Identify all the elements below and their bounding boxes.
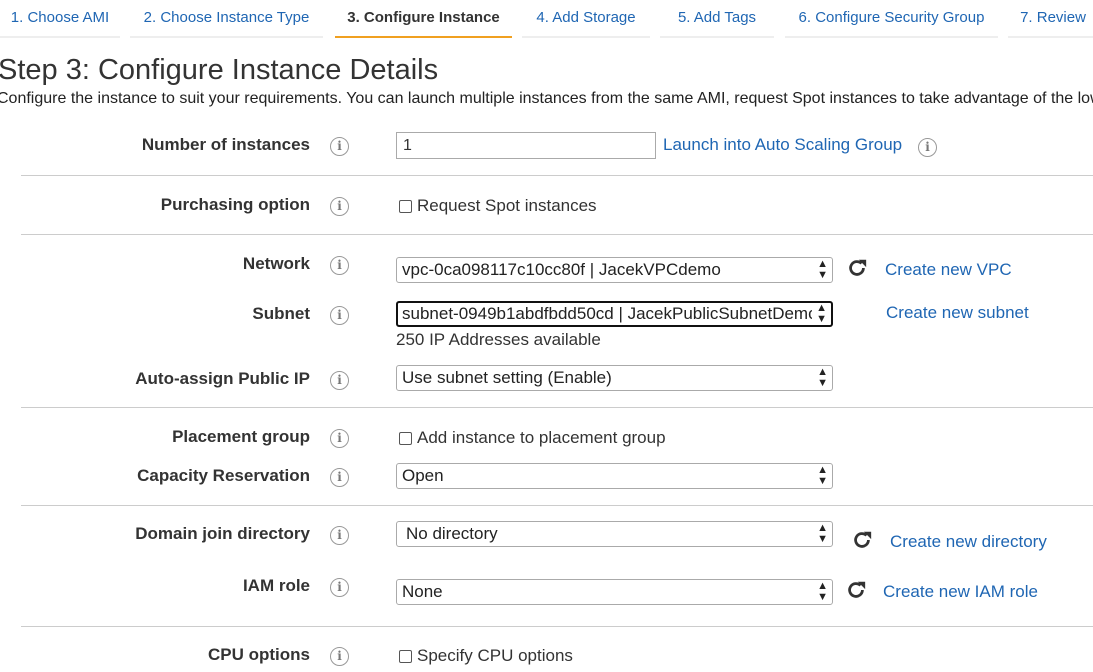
info-icon[interactable]: i: [330, 256, 349, 275]
subnet-select-value: subnet-0949b1abdfbdd50cd | JacekPublicSu…: [402, 304, 812, 323]
cpu-label: CPU options: [208, 645, 310, 664]
page-subtitle: Configure the instance to suit your requ…: [0, 90, 1093, 107]
capacity-select-value: Open: [402, 466, 444, 485]
wizard-tabs: 1. Choose AMI 2. Choose Instance Type 3.…: [0, 0, 1093, 38]
instances-input[interactable]: [396, 132, 656, 159]
info-icon[interactable]: i: [330, 578, 349, 597]
placement-checkbox[interactable]: [399, 431, 412, 445]
divider: [21, 626, 1093, 627]
info-icon[interactable]: i: [330, 429, 349, 448]
tab-choose-ami[interactable]: 1. Choose AMI: [0, 0, 120, 38]
domain-select[interactable]: No directory ▲ ▼: [396, 521, 833, 547]
tab-add-tags[interactable]: 5. Add Tags: [660, 0, 774, 38]
ip-available-note: 250 IP Addresses available: [396, 330, 601, 349]
create-directory-link[interactable]: Create new directory: [890, 532, 1047, 552]
placement-label: Placement group: [172, 427, 310, 446]
capacity-label: Capacity Reservation: [137, 466, 310, 485]
launch-auto-scaling-link[interactable]: Launch into Auto Scaling Group: [663, 135, 902, 155]
select-arrows-icon: ▲ ▼: [817, 366, 828, 389]
public-ip-select[interactable]: Use subnet setting (Enable) ▲ ▼: [396, 365, 833, 391]
spot-checkbox-label: Request Spot instances: [417, 196, 597, 215]
select-arrows-icon: ▲ ▼: [816, 302, 827, 325]
cpu-checkbox-label: Specify CPU options: [417, 646, 573, 665]
page-title: Step 3: Configure Instance Details: [0, 54, 439, 86]
info-icon[interactable]: i: [330, 197, 349, 216]
divider: [21, 175, 1093, 176]
select-arrows-icon: ▲ ▼: [817, 522, 828, 545]
info-icon[interactable]: i: [918, 138, 937, 157]
divider: [21, 234, 1093, 235]
public-ip-label: Auto-assign Public IP: [135, 369, 310, 388]
cpu-checkbox[interactable]: [399, 649, 412, 663]
iam-label: IAM role: [242, 576, 310, 595]
iam-select[interactable]: None ▲ ▼: [396, 579, 833, 605]
info-icon[interactable]: i: [330, 306, 349, 325]
tab-review[interactable]: 7. Review: [1008, 0, 1093, 38]
divider: [21, 407, 1093, 408]
network-select[interactable]: vpc-0ca098117c10cc80f | JacekVPCdemo ▲ ▼: [396, 257, 833, 283]
info-icon[interactable]: i: [330, 371, 349, 390]
cpu-checkbox-row[interactable]: Specify CPU options: [399, 646, 573, 666]
info-icon[interactable]: i: [330, 647, 349, 666]
network-label: Network: [242, 254, 310, 273]
domain-label: Domain join directory: [135, 524, 310, 543]
spot-checkbox-row[interactable]: Request Spot instances: [399, 196, 597, 216]
tab-choose-instance-type[interactable]: 2. Choose Instance Type: [130, 0, 323, 38]
spot-checkbox[interactable]: [399, 199, 412, 213]
tab-configure-security-group[interactable]: 6. Configure Security Group: [785, 0, 998, 38]
refresh-icon[interactable]: [851, 529, 873, 551]
info-icon[interactable]: i: [330, 526, 349, 545]
capacity-select[interactable]: Open ▲ ▼: [396, 463, 833, 489]
divider: [21, 505, 1093, 506]
tab-configure-instance[interactable]: 3. Configure Instance: [335, 0, 512, 38]
iam-select-value: None: [402, 582, 443, 601]
public-ip-select-value: Use subnet setting (Enable): [402, 368, 612, 387]
subnet-label: Subnet: [252, 304, 310, 323]
placement-checkbox-row[interactable]: Add instance to placement group: [399, 428, 666, 448]
create-subnet-link[interactable]: Create new subnet: [886, 303, 1029, 323]
info-icon[interactable]: i: [330, 468, 349, 487]
purchasing-label: Purchasing option: [160, 195, 310, 214]
placement-checkbox-label: Add instance to placement group: [417, 428, 666, 447]
refresh-icon[interactable]: [846, 257, 868, 279]
refresh-icon[interactable]: [845, 579, 867, 601]
info-icon[interactable]: i: [330, 137, 349, 156]
select-arrows-icon: ▲ ▼: [817, 580, 828, 603]
tab-add-storage[interactable]: 4. Add Storage: [522, 0, 650, 38]
subnet-select[interactable]: subnet-0949b1abdfbdd50cd | JacekPublicSu…: [396, 301, 833, 327]
instances-label: Number of instances: [141, 135, 310, 154]
network-select-value: vpc-0ca098117c10cc80f | JacekVPCdemo: [402, 260, 721, 279]
create-vpc-link[interactable]: Create new VPC: [885, 260, 1012, 280]
select-arrows-icon: ▲ ▼: [817, 258, 828, 281]
select-arrows-icon: ▲ ▼: [817, 464, 828, 487]
domain-select-value: No directory: [406, 524, 498, 543]
create-iam-role-link[interactable]: Create new IAM role: [883, 582, 1038, 602]
